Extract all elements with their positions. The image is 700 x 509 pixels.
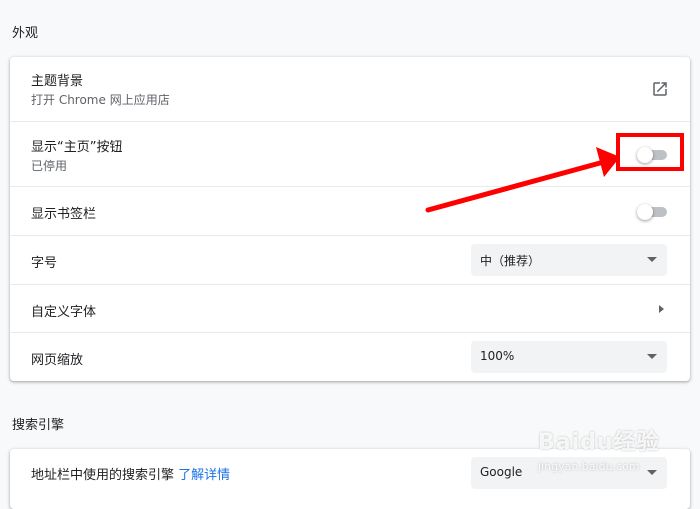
- page-zoom-value: 100%: [480, 349, 515, 363]
- appearance-section-title: 外观: [12, 26, 39, 41]
- bookmarks-bar-label: 显示书签栏: [31, 207, 97, 222]
- home-button-row: 显示“主页”按钮 已停用: [10, 121, 690, 186]
- toggle-knob: [637, 204, 653, 220]
- address-bar-engine-label: 地址栏中使用的搜索引擎 了解详情: [31, 464, 230, 483]
- appearance-card: 主题背景 打开 Chrome 网上应用店 显示“主页”按钮 已停用 显示书签栏 …: [10, 57, 690, 381]
- dropdown-caret-icon: [647, 257, 657, 262]
- font-size-label: 字号: [31, 256, 58, 271]
- dropdown-caret-icon: [647, 354, 657, 359]
- watermark-url: jingyan.baidu.com: [538, 460, 640, 473]
- theme-label: 主题背景: [31, 74, 84, 89]
- theme-row[interactable]: 主题背景 打开 Chrome 网上应用店: [10, 57, 690, 121]
- page-zoom-row: 网页缩放 100%: [10, 332, 690, 381]
- font-size-row: 字号 中（推荐）: [10, 235, 690, 284]
- bookmarks-bar-row: 显示书签栏: [10, 186, 690, 235]
- open-in-new-icon[interactable]: [651, 80, 669, 98]
- address-bar-engine-text: 地址栏中使用的搜索引擎: [31, 468, 175, 483]
- home-button-label: 显示“主页”按钮: [31, 140, 123, 155]
- watermark-text: Baidu经验: [538, 430, 660, 455]
- theme-sublabel: 打开 Chrome 网上应用店: [31, 93, 170, 107]
- custom-fonts-label: 自定义字体: [31, 305, 97, 320]
- page-zoom-select[interactable]: 100%: [471, 341, 667, 373]
- baidu-watermark: Baidu经验 jingyan.baidu.com: [538, 420, 690, 492]
- annotation-highlight-box: [616, 133, 684, 171]
- custom-fonts-row[interactable]: 自定义字体: [10, 284, 690, 332]
- learn-more-link[interactable]: 了解详情: [178, 468, 230, 483]
- font-size-value: 中（推荐）: [480, 254, 541, 268]
- home-button-sublabel: 已停用: [31, 159, 68, 173]
- page-zoom-label: 网页缩放: [31, 353, 84, 368]
- font-size-select[interactable]: 中（推荐）: [471, 244, 667, 276]
- search-engine-section-title: 搜索引擎: [12, 418, 65, 433]
- bookmarks-bar-toggle[interactable]: [637, 204, 667, 220]
- search-engine-value: Google: [480, 465, 523, 479]
- chevron-right-icon: [659, 305, 664, 313]
